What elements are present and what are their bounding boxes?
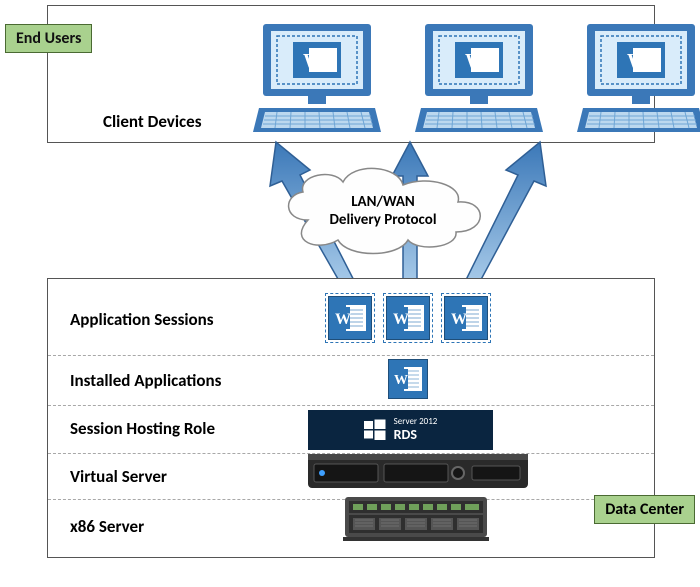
session-icons-row: W W W [325, 293, 491, 343]
data-center-badge: Data Center [594, 495, 695, 524]
virtual-server-icon [308, 452, 528, 492]
windows-logo-icon [364, 419, 386, 441]
svg-text:W: W [627, 50, 647, 72]
end-users-badge: End Users [5, 24, 92, 53]
layer-label-installed-apps: Installed Applications [70, 370, 221, 391]
cloud-line2: Delivery Protocol [329, 211, 436, 229]
svg-text:W: W [393, 311, 409, 328]
client-device: W [415, 22, 543, 137]
svg-text:W: W [303, 50, 323, 72]
client-device: W [577, 22, 700, 137]
x86-server-icon [343, 495, 489, 543]
delivery-cloud: LAN/WAN Delivery Protocol [278, 175, 488, 255]
rds-badge: Server 2012 RDS [308, 410, 493, 450]
word-icon: W [386, 296, 430, 340]
layer-label-session-hosting: Session Hosting Role [70, 418, 215, 439]
client-tier-box: Client Devices W [47, 5, 655, 143]
datacenter-box: Application Sessions W W W [47, 278, 655, 558]
svg-text:W: W [451, 311, 467, 328]
svg-text:W: W [394, 373, 408, 388]
cloud-label: LAN/WAN Delivery Protocol [278, 193, 488, 229]
session-word-icon: W [325, 293, 375, 343]
session-word-icon: W [441, 293, 491, 343]
svg-text:W: W [335, 311, 351, 328]
rds-role: RDS [394, 427, 438, 442]
layer-label-virtual-server: Virtual Server [70, 466, 167, 487]
client-device: W [253, 22, 381, 137]
layer-label-app-sessions: Application Sessions [70, 309, 214, 330]
layer-label-x86-server: x86 Server [70, 516, 144, 537]
installed-word-icon: W [388, 359, 428, 399]
architecture-diagram: End Users Client Devices W [0, 0, 700, 587]
client-devices-row: W W [253, 22, 649, 137]
cloud-line1: LAN/WAN [351, 193, 415, 211]
session-word-icon: W [383, 293, 433, 343]
word-icon: W [328, 296, 372, 340]
svg-text:W: W [465, 50, 485, 72]
word-icon: W [444, 296, 488, 340]
client-devices-label: Client Devices [103, 111, 201, 132]
